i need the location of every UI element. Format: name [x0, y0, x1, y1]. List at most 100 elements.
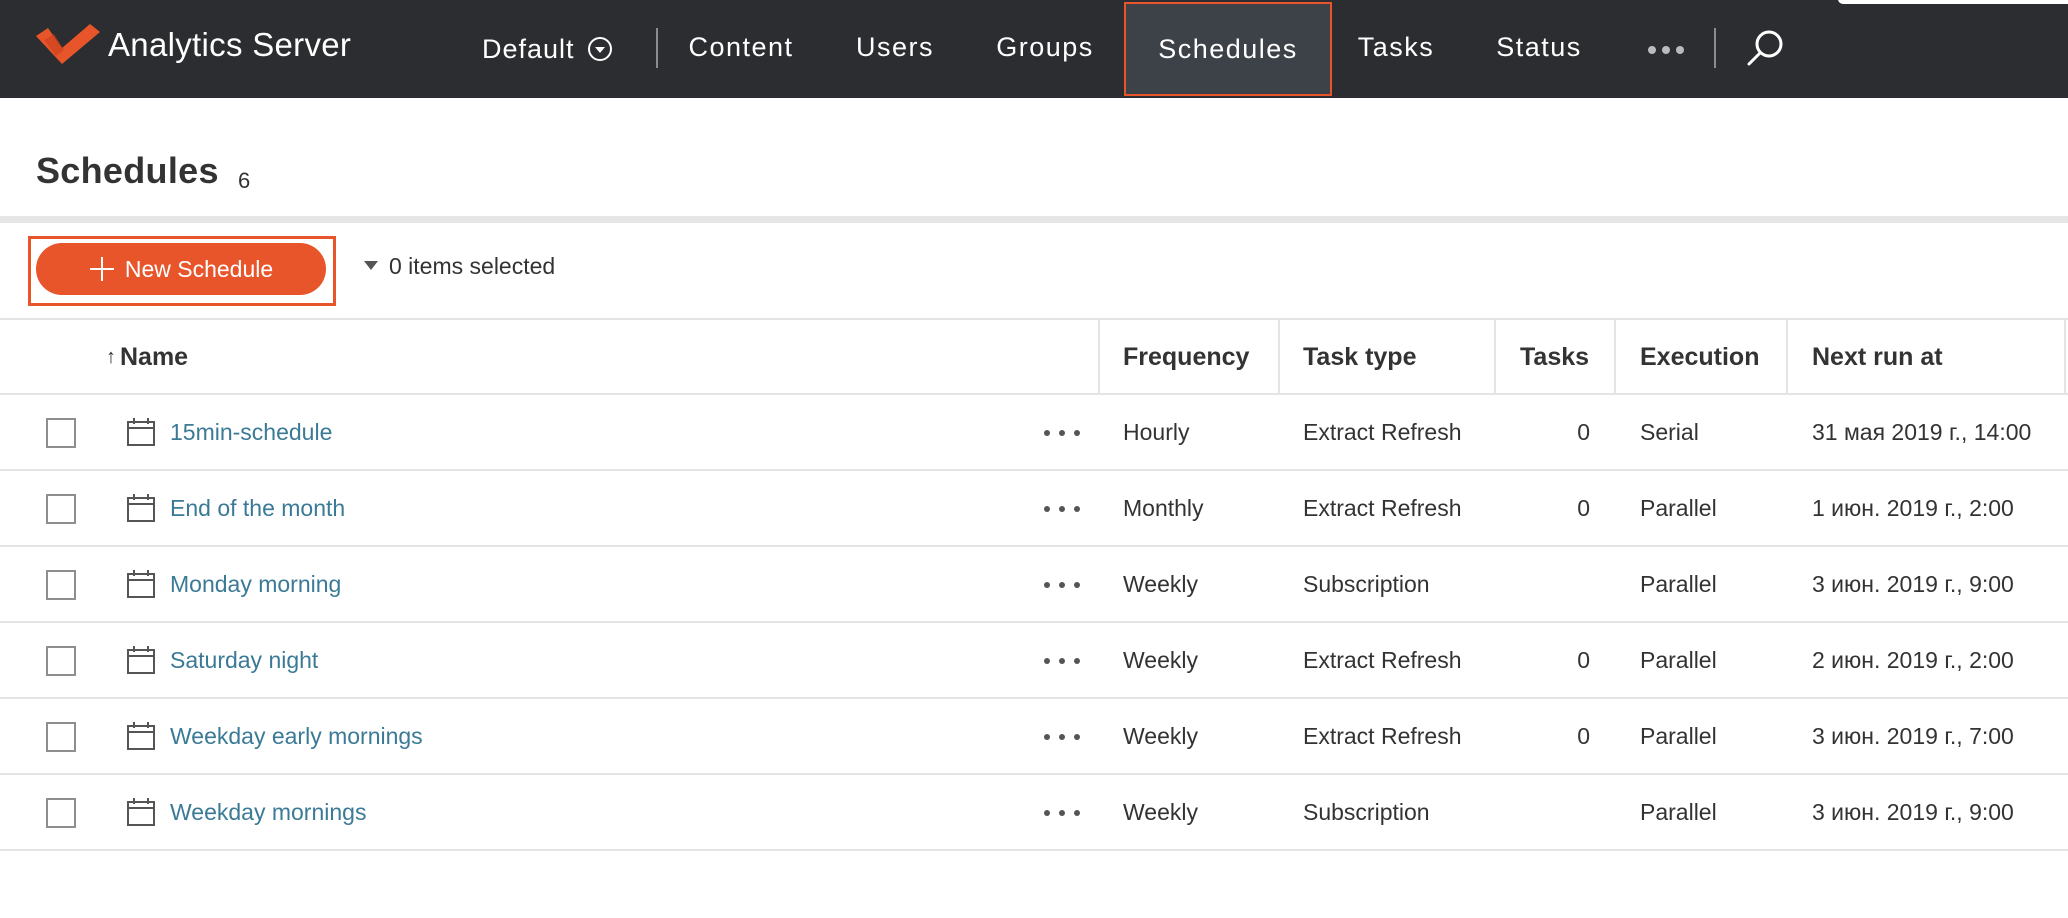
column-header-name[interactable]: ↑ Name	[106, 320, 188, 395]
nav-item-tasks[interactable]: Tasks	[1344, 0, 1448, 94]
frequency-cell: Weekly	[1123, 798, 1198, 825]
nav-item-groups[interactable]: Groups	[980, 0, 1110, 94]
row-actions-ellipsis-icon[interactable]	[1044, 727, 1080, 747]
brand[interactable]: Analytics Server	[34, 22, 351, 68]
execution-cell: Parallel	[1640, 722, 1717, 749]
schedule-name-link[interactable]: End of the month	[170, 471, 345, 545]
column-divider	[2064, 320, 2066, 395]
tasks-count-cell: 0	[1577, 494, 1590, 521]
column-header-label: Name	[120, 343, 189, 371]
nav-divider	[1714, 28, 1716, 68]
column-divider	[1494, 320, 1496, 395]
next-run-cell: 2 июн. 2019 г., 2:00	[1812, 646, 2014, 673]
frequency-cell: Weekly	[1123, 570, 1198, 597]
table-row[interactable]: Weekday early mornings Weekly Extract Re…	[0, 699, 2068, 775]
tasks-count-cell: 0	[1577, 722, 1590, 749]
ellipsis-icon	[1648, 46, 1684, 54]
top-nav-bar: Analytics Server Default Content Users G…	[0, 0, 2068, 98]
row-actions-ellipsis-icon[interactable]	[1044, 803, 1080, 823]
row-actions-ellipsis-icon[interactable]	[1044, 423, 1080, 443]
row-actions-ellipsis-icon[interactable]	[1044, 575, 1080, 595]
table-row[interactable]: Saturday night Weekly Extract Refresh 0 …	[0, 623, 2068, 699]
frequency-cell: Weekly	[1123, 722, 1198, 749]
nav-item-label: Groups	[996, 31, 1094, 62]
next-run-cell: 3 июн. 2019 г., 9:00	[1812, 798, 2014, 825]
task-type-cell: Subscription	[1303, 798, 1430, 825]
site-select[interactable]: Default	[482, 22, 613, 76]
calendar-icon	[127, 646, 155, 674]
column-header-next-run[interactable]: Next run at	[1812, 320, 1943, 395]
nav-item-label: Users	[855, 31, 934, 62]
table-row[interactable]: 15min-schedule Hourly Extract Refresh 0 …	[0, 395, 2068, 471]
table-row[interactable]: End of the month Monthly Extract Refresh…	[0, 471, 2068, 547]
column-header-tasks[interactable]: Tasks	[1520, 320, 1589, 395]
schedule-name-link[interactable]: Saturday night	[170, 623, 318, 697]
row-checkbox[interactable]	[46, 646, 76, 676]
sort-ascending-icon: ↑	[106, 346, 116, 368]
column-header-execution[interactable]: Execution	[1640, 320, 1759, 395]
nav-item-label: Tasks	[1357, 31, 1435, 62]
row-checkbox[interactable]	[46, 418, 76, 448]
next-run-cell: 3 июн. 2019 г., 9:00	[1812, 570, 2014, 597]
execution-cell: Parallel	[1640, 798, 1717, 825]
column-header-label: Task type	[1303, 343, 1417, 371]
row-checkbox[interactable]	[46, 494, 76, 524]
execution-cell: Serial	[1640, 418, 1699, 445]
title-divider	[0, 216, 2068, 223]
row-checkbox[interactable]	[46, 722, 76, 752]
tasks-count-cell	[1520, 547, 1590, 621]
row-checkbox[interactable]	[46, 798, 76, 828]
column-divider	[1614, 320, 1616, 395]
chevron-down-circle-icon	[587, 37, 612, 61]
new-schedule-button[interactable]: New Schedule	[36, 243, 326, 295]
execution-cell: Parallel	[1640, 494, 1717, 521]
row-checkbox[interactable]	[46, 570, 76, 600]
schedule-name-link[interactable]: 15min-schedule	[170, 395, 332, 469]
brand-logo-icon	[36, 24, 100, 64]
row-actions-ellipsis-icon[interactable]	[1044, 651, 1080, 671]
execution-cell: Parallel	[1640, 570, 1717, 597]
column-header-frequency[interactable]: Frequency	[1123, 320, 1249, 395]
frequency-cell: Hourly	[1123, 418, 1190, 445]
column-header-label: Next run at	[1812, 343, 1943, 371]
nav-item-label: Schedules	[1158, 33, 1298, 64]
nav-item-label: Status	[1496, 31, 1582, 62]
selection-dropdown-caret-icon[interactable]	[364, 261, 378, 270]
task-type-cell: Extract Refresh	[1303, 646, 1462, 673]
tasks-count-cell: 0	[1577, 646, 1590, 673]
task-type-cell: Extract Refresh	[1303, 722, 1462, 749]
row-actions-ellipsis-icon[interactable]	[1044, 499, 1080, 519]
new-schedule-label: New Schedule	[124, 255, 274, 282]
column-divider	[1098, 320, 1100, 395]
tasks-count-cell	[1520, 775, 1590, 849]
page-title: Schedules	[36, 150, 219, 191]
selection-status: 0 items selected	[389, 253, 556, 279]
task-type-cell: Extract Refresh	[1303, 418, 1462, 445]
site-select-label: Default	[482, 33, 575, 64]
calendar-icon	[127, 494, 155, 522]
table-row[interactable]: Monday morning Weekly Subscription Paral…	[0, 547, 2068, 623]
table-row[interactable]: Weekday mornings Weekly Subscription Par…	[0, 775, 2068, 851]
schedule-name-link[interactable]: Weekday mornings	[170, 775, 366, 849]
column-header-label: Frequency	[1123, 343, 1250, 371]
nav-item-users[interactable]: Users	[840, 0, 950, 94]
schedule-name-link[interactable]: Weekday early mornings	[170, 699, 423, 773]
task-type-cell: Subscription	[1303, 570, 1430, 597]
execution-cell: Parallel	[1640, 646, 1717, 673]
tasks-count-cell: 0	[1577, 418, 1590, 445]
brand-name: Analytics Server	[108, 26, 352, 63]
nav-item-label: Content	[688, 31, 794, 62]
corner-tab	[1838, 0, 2068, 4]
column-header-task-type[interactable]: Task type	[1303, 320, 1416, 395]
search-icon[interactable]	[1744, 26, 1788, 70]
next-run-cell: 3 июн. 2019 г., 7:00	[1812, 722, 2014, 749]
nav-more-button[interactable]	[1644, 30, 1688, 70]
schedule-count: 6	[238, 168, 251, 193]
nav-item-status[interactable]: Status	[1480, 0, 1598, 94]
next-run-cell: 31 мая 2019 г., 14:00	[1812, 418, 2032, 445]
nav-item-schedules[interactable]: Schedules	[1124, 2, 1332, 96]
schedule-name-link[interactable]: Monday morning	[170, 547, 341, 621]
task-type-cell: Extract Refresh	[1303, 494, 1462, 521]
table-header: ↑ Name Frequency Task type Tasks Executi…	[0, 318, 2068, 395]
nav-item-content[interactable]: Content	[676, 0, 806, 94]
